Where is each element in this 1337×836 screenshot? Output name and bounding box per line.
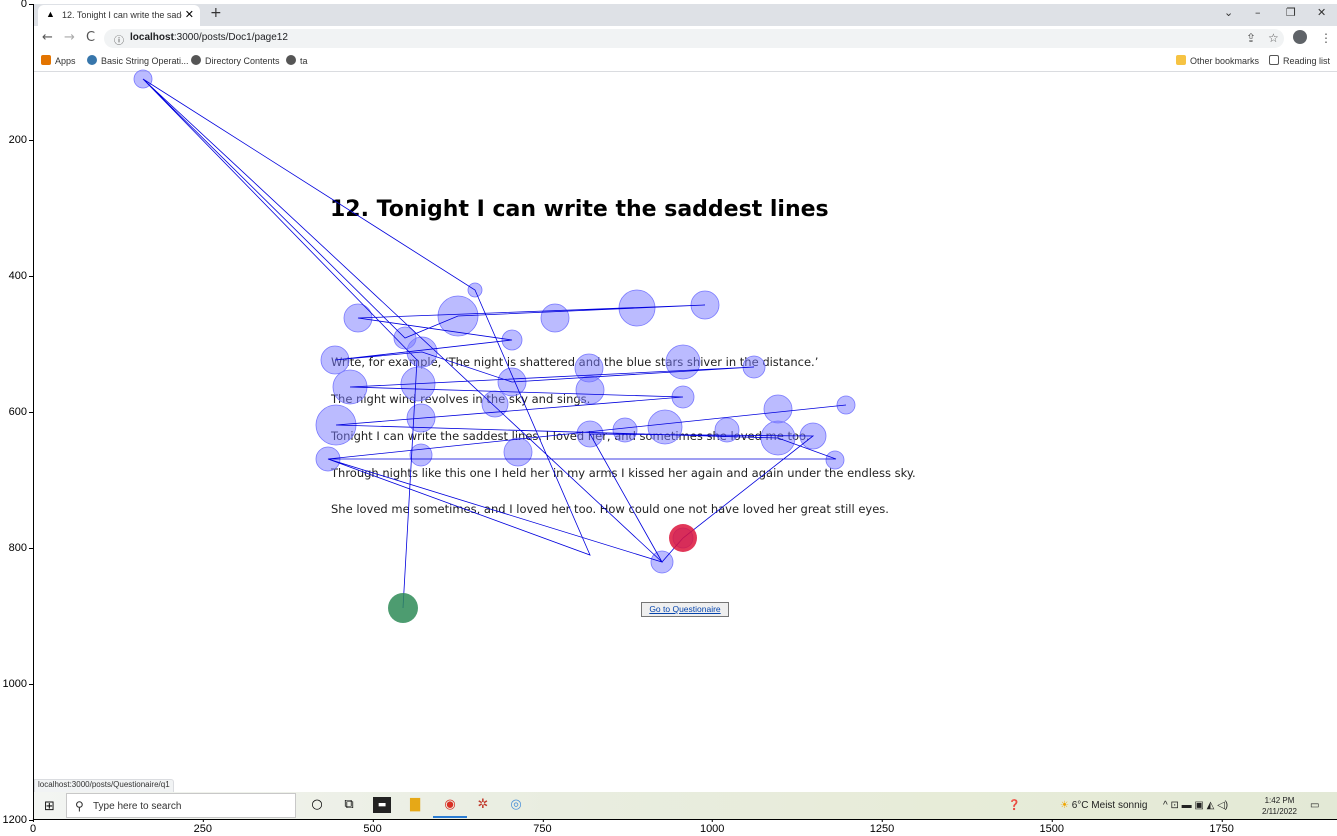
file-explorer-icon[interactable]: ▇ [406,797,424,813]
bookmark-directory-contents[interactable]: Directory Contents [191,55,280,66]
reading-list-icon [1269,55,1279,65]
clock[interactable]: 1:42 PM 2/11/2022 [1262,795,1297,817]
new-tab-icon[interactable]: + [210,5,222,21]
close-window-icon[interactable]: ✕ [1317,6,1326,19]
paragraph-5: She loved me sometimes, and I loved her … [331,502,889,516]
forward-icon[interactable]: → [64,30,75,45]
profile-avatar-icon[interactable] [1293,30,1307,44]
menu-icon[interactable]: ⋮ [1320,31,1332,45]
reading-list[interactable]: Reading list [1269,55,1330,66]
globe-icon [191,55,201,65]
bookmark-apps[interactable]: Apps [41,55,76,66]
x-tick-label: 1000 [699,818,725,835]
x-tick-label: 1250 [869,818,895,835]
tab-strip [34,4,1337,26]
paragraph-1: Write, for example, ‘The night is shatte… [331,355,819,369]
y-tick-label: 200 [8,134,34,146]
restore-icon[interactable]: ❐ [1286,6,1296,19]
minimize-icon[interactable]: – [1255,6,1261,19]
paragraph-4: Through nights like this one I held her … [331,466,916,480]
y-tick-label: 0 [20,0,34,10]
site-info-icon[interactable]: ⓘ [114,32,124,47]
paragraph-3: Tonight I can write the saddest lines. I… [331,429,810,443]
windows-start-icon[interactable]: ⊞ [44,799,55,814]
other-bookmarks[interactable]: Other bookmarks [1176,55,1259,66]
x-tick-label: 750 [533,818,552,835]
bookmarks-bar: Apps Basic String Operati... Directory C… [34,51,1337,72]
weather-widget[interactable]: ☀ 6°C Meist sonnig [1060,800,1147,811]
x-tick-label: 500 [363,818,382,835]
go-to-questionnaire-button[interactable]: Go to Questionaire [641,602,729,617]
plot-frame [33,4,1337,820]
bookmark-basic-string[interactable]: Basic String Operati... [87,55,189,66]
chrome-icon[interactable]: ◉ [433,797,467,818]
tab-favicon-icon: ▲ [46,9,55,19]
tab-title: 12. Tonight I can write the sadde [62,10,182,20]
y-tick-label: 1200 [2,814,34,826]
x-tick-label: 1750 [1209,818,1234,835]
tab-search-icon[interactable]: ⌄ [1224,6,1233,19]
taskbar-search[interactable]: ⚲ Type here to search [66,793,296,818]
y-tick-label: 400 [8,270,34,282]
terminal-icon[interactable]: ▬ [373,797,391,813]
x-tick-label: 1500 [1039,818,1065,835]
search-icon: ⚲ [75,799,84,813]
reload-icon[interactable]: C [86,30,95,45]
app-icon[interactable]: ◎ [507,797,525,813]
back-icon[interactable]: ← [42,30,53,45]
x-tick-label: 250 [193,818,212,835]
notifications-icon[interactable]: ▭ [1310,800,1319,811]
y-tick-label: 1000 [2,678,34,690]
python-icon [87,55,97,65]
bookmark-star-icon[interactable]: ☆ [1268,31,1279,45]
task-view-icon[interactable]: ⧉ [340,797,358,813]
sun-icon: ☀ [1060,800,1069,811]
tab-active[interactable]: ▲ 12. Tonight I can write the sadde ✕ [38,5,200,26]
x-tick-label: 0 [29,818,37,835]
share-icon[interactable]: ⇪ [1246,31,1256,45]
folder-icon [1176,55,1186,65]
slack-icon[interactable]: ✲ [474,797,492,813]
globe-icon [286,55,296,65]
cortana-icon[interactable]: ○ [308,797,326,813]
tab-close-icon[interactable]: ✕ [185,8,194,21]
y-tick-label: 600 [8,406,34,418]
address-bar[interactable]: ⓘ localhost:3000/posts/Doc1/page12 [104,29,1284,48]
page-title: 12. Tonight I can write the saddest line… [330,197,829,222]
paragraph-2: The night wind revolves in the sky and s… [331,392,591,406]
apps-grid-icon [41,55,51,65]
search-placeholder: Type here to search [93,801,182,812]
tray-icons[interactable]: ^ ⊡ ▬ ▣ ◭ ◁) [1163,800,1228,811]
url-text: localhost:3000/posts/Doc1/page12 [130,32,288,43]
bookmark-ta[interactable]: ta [286,55,308,66]
y-tick-label: 800 [8,542,34,554]
status-url: localhost:3000/posts/Questionaire/q1 [34,779,174,793]
help-icon[interactable]: ❓ [1008,800,1020,811]
